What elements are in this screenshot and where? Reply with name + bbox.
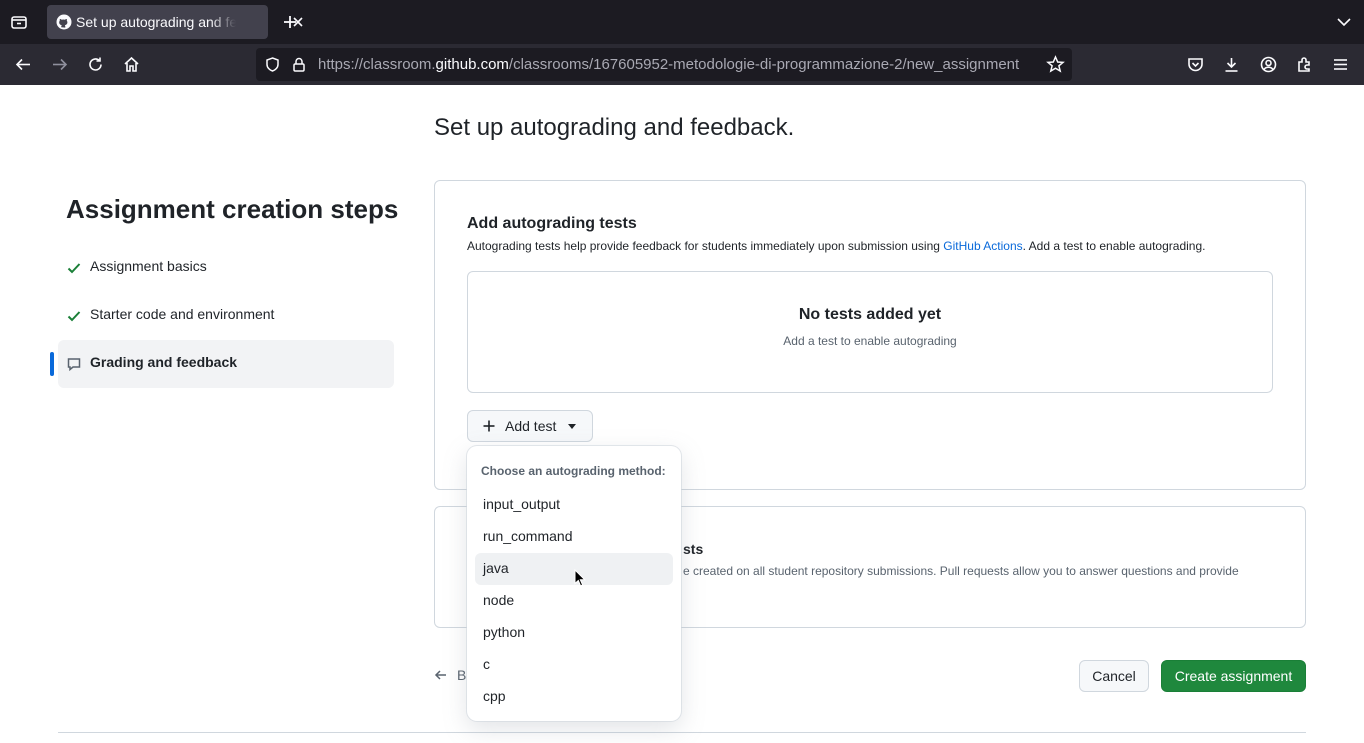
add-test-button[interactable]: Add test bbox=[467, 410, 593, 442]
arrow-left-icon bbox=[434, 670, 446, 680]
github-actions-link[interactable]: GitHub Actions bbox=[943, 239, 1022, 253]
step-label: Assignment basics bbox=[90, 258, 207, 274]
menu-item-input-output[interactable]: input_output bbox=[475, 489, 673, 521]
plus-icon bbox=[483, 420, 495, 432]
github-icon bbox=[56, 14, 72, 30]
empty-state-title: No tests added yet bbox=[798, 306, 942, 323]
pocket-icon[interactable] bbox=[1186, 55, 1205, 74]
lock-icon[interactable] bbox=[291, 56, 307, 73]
tests-empty-state: No tests added yet Add a test to enable … bbox=[467, 271, 1273, 393]
step-label: Starter code and environment bbox=[90, 306, 275, 322]
check-icon bbox=[67, 263, 81, 274]
step-starter-code[interactable]: Starter code and environment bbox=[58, 292, 394, 340]
check-icon bbox=[67, 311, 81, 322]
feedback-heading: sts bbox=[683, 541, 704, 557]
footer-divider bbox=[58, 732, 1306, 733]
download-icon[interactable] bbox=[1222, 55, 1241, 74]
create-assignment-button[interactable]: Create assignment bbox=[1161, 660, 1306, 692]
menu-item-c[interactable]: c bbox=[475, 649, 673, 681]
menu-item-node[interactable]: node bbox=[475, 585, 673, 617]
autograding-heading: Add autograding tests bbox=[467, 215, 637, 232]
tab-title: Set up autograding and feedback bbox=[76, 14, 236, 30]
url-bar[interactable]: https://classroom.github.com/classrooms/… bbox=[256, 48, 1072, 81]
menu-item-run-command[interactable]: run_command bbox=[475, 521, 673, 553]
steps-title: Assignment creation steps bbox=[66, 194, 399, 224]
browser-nav-bar: https://classroom.github.com/classrooms/… bbox=[0, 44, 1364, 85]
extensions-icon[interactable] bbox=[1295, 55, 1314, 74]
chevron-down-icon[interactable] bbox=[1335, 13, 1353, 31]
comment-icon bbox=[67, 358, 81, 372]
back-label: B bbox=[457, 667, 467, 683]
menu-item-cpp[interactable]: cpp bbox=[475, 681, 673, 713]
shield-icon[interactable] bbox=[264, 56, 281, 73]
step-grading-feedback[interactable]: Grading and feedback bbox=[58, 340, 394, 388]
forward-arrow-icon[interactable] bbox=[50, 55, 69, 74]
active-step-indicator bbox=[50, 352, 54, 376]
menu-header: Choose an autograding method: bbox=[481, 464, 666, 478]
back-arrow-icon[interactable] bbox=[14, 55, 33, 74]
menu-icon[interactable] bbox=[1331, 55, 1350, 74]
menu-item-python[interactable]: python bbox=[475, 617, 673, 649]
browser-tab-active[interactable]: Set up autograding and feedback bbox=[47, 5, 303, 39]
autograding-description: Autograding tests help provide feedback … bbox=[467, 239, 1206, 253]
url-text[interactable]: https://classroom.github.com/classrooms/… bbox=[318, 56, 1038, 73]
mouse-cursor-icon bbox=[574, 569, 586, 587]
cancel-button[interactable]: Cancel bbox=[1079, 660, 1149, 692]
step-assignment-basics[interactable]: Assignment basics bbox=[58, 244, 394, 292]
star-icon[interactable] bbox=[1046, 55, 1065, 74]
tab-list-icon[interactable] bbox=[8, 11, 30, 33]
new-tab-icon[interactable] bbox=[280, 12, 300, 32]
reload-icon[interactable] bbox=[86, 55, 105, 74]
browser-tab-bar: Set up autograding and feedback bbox=[0, 0, 1364, 44]
step-label: Grading and feedback bbox=[90, 354, 238, 370]
feedback-description: e created on all student repository subm… bbox=[683, 564, 1239, 578]
account-icon[interactable] bbox=[1259, 55, 1278, 74]
caret-down-icon bbox=[568, 424, 576, 429]
add-test-label: Add test bbox=[505, 418, 557, 434]
autograding-card: Add autograding tests Autograding tests … bbox=[434, 180, 1306, 490]
page-title: Set up autograding and feedback. bbox=[434, 114, 795, 141]
empty-state-subtitle: Add a test to enable autograding bbox=[783, 334, 957, 348]
home-icon[interactable] bbox=[122, 55, 141, 74]
